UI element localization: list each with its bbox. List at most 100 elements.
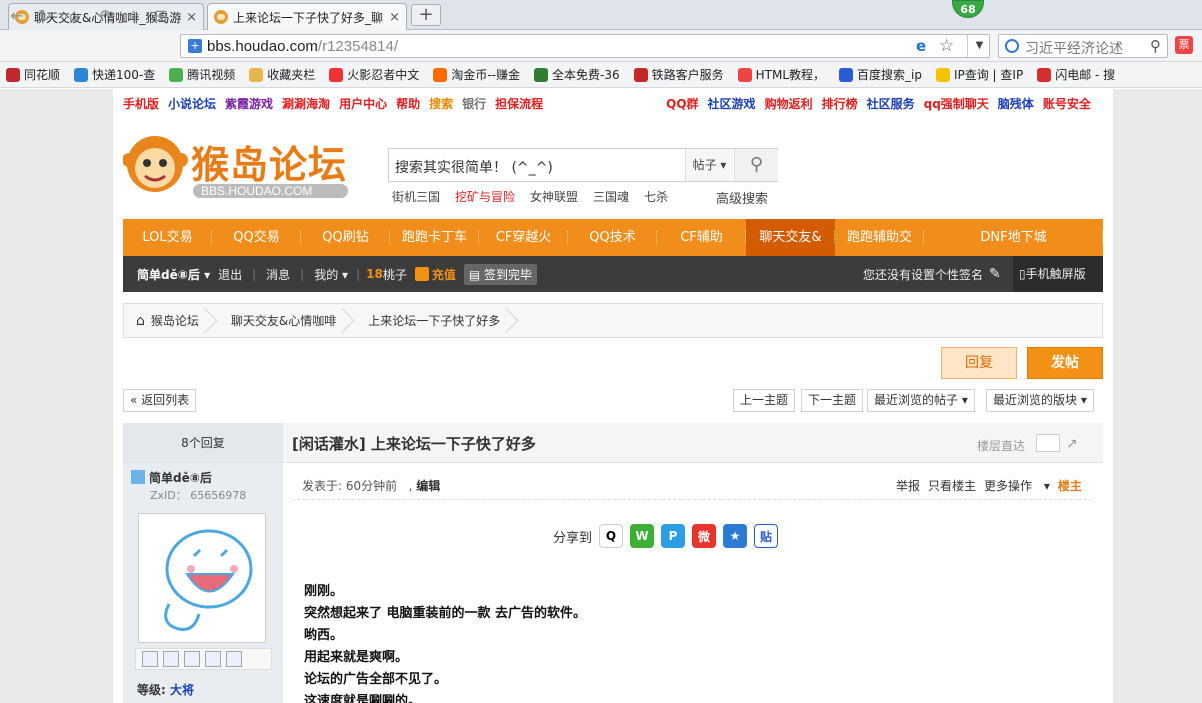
undo-icon[interactable]: ↶ <box>95 7 113 25</box>
board-menu-item[interactable]: QQ刷钻 <box>301 219 390 256</box>
board-menu-item[interactable]: CF穿越火 <box>479 219 568 256</box>
board-menu-item[interactable]: LOL交易 <box>123 219 212 256</box>
my-menu[interactable]: 我的 ▾ <box>314 266 348 283</box>
top-nav-link[interactable]: 账号安全 <box>1043 95 1091 112</box>
board-menu-item[interactable]: 聊天交友& <box>746 219 835 256</box>
prev-topic-button[interactable]: 上一主题 <box>733 389 796 412</box>
search-type-select[interactable]: 帖子 ▾ <box>685 149 733 181</box>
search-placeholder[interactable]: 习近平经济论述 <box>1025 38 1123 58</box>
mobile-link[interactable]: ▯手机触屏版 <box>1013 256 1103 292</box>
top-nav-link[interactable]: 用户中心 <box>339 95 387 112</box>
bookmark-item[interactable]: 同花顺 <box>6 66 60 83</box>
top-nav-link[interactable]: 小说论坛 <box>168 95 216 112</box>
board-menu-item[interactable]: CF辅助 <box>657 219 746 256</box>
username[interactable]: 简单dě⑧后 ▾ <box>137 266 210 283</box>
top-nav-link[interactable]: 银行 <box>462 95 486 112</box>
weibo-share-icon[interactable]: 微 <box>692 524 717 548</box>
top-nav-link[interactable]: 社区游戏 <box>708 95 756 112</box>
logout-link[interactable]: 退出 <box>218 266 242 283</box>
signature-text[interactable]: 您还没有设置个性签名 <box>863 266 983 283</box>
bookmark-item[interactable]: HTML教程， <box>737 66 825 83</box>
board-menu-item[interactable]: 跑跑卡丁车 <box>390 219 479 256</box>
bookmark-item[interactable]: 腾讯视频 <box>169 66 235 83</box>
add-friend-icon[interactable] <box>163 651 179 667</box>
breadcrumb-home[interactable]: ⌂ 猴岛论坛 <box>124 304 211 337</box>
hot-keyword[interactable]: 挖矿与冒险 <box>455 188 515 205</box>
hot-keyword[interactable]: 七杀 <box>644 188 668 205</box>
chevron-down-icon[interactable]: ▼ <box>967 35 991 57</box>
home-icon[interactable]: ⌂ <box>65 7 83 25</box>
address-text[interactable]: bbs.houdao.com/r12354814/ <box>207 38 398 55</box>
recharge-link[interactable]: 充值 <box>432 266 456 283</box>
new-tab-button[interactable]: + <box>411 4 441 26</box>
wechat-share-icon[interactable]: W <box>630 524 655 548</box>
floor-jump-input[interactable] <box>1036 434 1060 452</box>
bookmark-item[interactable]: 百度搜索_ip <box>839 66 922 83</box>
top-nav-link[interactable]: 购物返利 <box>765 95 813 112</box>
address-bar[interactable]: + bbs.houdao.com/r12354814/ e ☆ ▼ <box>180 34 990 58</box>
bookmark-item[interactable]: 火影忍者中文 <box>329 66 419 83</box>
hot-keyword[interactable]: 三国魂 <box>593 188 629 205</box>
apps-grid-icon[interactable]: ⊞ <box>152 7 170 25</box>
recent-posts-dropdown[interactable]: 最近浏览的帖子 ▾ <box>867 389 975 412</box>
search-user-icon[interactable] <box>184 651 200 667</box>
board-menu-item[interactable]: 跑跑辅助交 <box>835 219 924 256</box>
post-button[interactable]: 发帖 <box>1027 347 1103 379</box>
top-nav-link[interactable]: 脑残体 <box>998 95 1034 112</box>
hot-keyword[interactable]: 女神联盟 <box>530 188 578 205</box>
tab-2[interactable]: 上来论坛一下子快了好多_聊 × <box>207 3 407 30</box>
next-topic-button[interactable]: 下一主题 <box>801 389 864 412</box>
close-icon[interactable]: × <box>389 10 400 25</box>
bookmark-item[interactable]: IP查询 | 查IP <box>935 66 1023 83</box>
top-nav-link[interactable]: qq强制聊天 <box>924 95 989 112</box>
back-icon[interactable]: ← <box>8 7 26 25</box>
top-nav-link[interactable]: 涮涮海淘 <box>282 95 330 112</box>
advanced-search-link[interactable]: 高级搜索 <box>716 188 768 207</box>
board-menu-item[interactable]: DNF地下城 <box>924 219 1103 256</box>
report-link[interactable]: 举报 <box>896 477 920 494</box>
tieba-share-icon[interactable]: 贴 <box>754 524 779 548</box>
bookmark-item[interactable]: 收藏夹栏 <box>249 66 315 83</box>
top-nav-link[interactable]: 社区服务 <box>867 95 915 112</box>
bookmark-item[interactable]: 快递100-查 <box>74 66 155 83</box>
extension-icon[interactable]: 票 <box>1175 36 1193 54</box>
top-nav-link[interactable]: 排行榜 <box>822 95 858 112</box>
top-nav-link[interactable]: 搜索 <box>429 95 453 112</box>
recent-boards-dropdown[interactable]: 最近浏览的版块 ▾ <box>986 389 1094 412</box>
qq-share-icon[interactable]: Q <box>599 524 624 548</box>
top-nav-link[interactable]: QQ群 <box>666 95 698 112</box>
bookmark-star-icon[interactable]: ☆ <box>939 36 954 56</box>
breadcrumb-board[interactable]: 聊天交友&心情咖啡 <box>211 304 348 337</box>
messages-link[interactable]: 消息 <box>266 266 290 283</box>
browser-search-box[interactable]: 习近平经济论述 ⚲ <box>998 34 1168 58</box>
board-menu-item[interactable]: QQ技术 <box>568 219 657 256</box>
bookmark-item[interactable]: 铁路客户服务 <box>633 66 724 83</box>
mail-icon[interactable] <box>142 651 158 667</box>
more-actions[interactable]: 更多操作 ▾ <box>984 477 1050 494</box>
top-nav-link[interactable]: 手机版 <box>123 95 159 112</box>
top-nav-link[interactable]: 担保流程 <box>495 95 543 112</box>
qzone-share-icon[interactable]: ★ <box>723 524 748 548</box>
search-icon[interactable]: ⚲ <box>1150 37 1161 55</box>
edit-icon[interactable]: ✎ <box>989 266 1001 282</box>
hot-keyword[interactable]: 街机三国 <box>392 188 440 205</box>
edit-link[interactable]: 编辑 <box>416 479 440 493</box>
board-menu-item[interactable]: QQ交易 <box>212 219 301 256</box>
profile-icon[interactable] <box>205 651 221 667</box>
top-nav-link[interactable]: 紫霞游戏 <box>225 95 273 112</box>
close-icon[interactable]: × <box>186 10 197 25</box>
bookmark-item[interactable]: 淘金币--赚金 <box>433 66 520 83</box>
author-name[interactable]: 简单dě⑧后 <box>131 469 212 486</box>
gift-icon[interactable] <box>226 651 242 667</box>
forum-search-input[interactable]: 搜索其实很简单！ (^_^) <box>395 157 553 177</box>
bookmark-item[interactable]: 闪电邮 - 搜 <box>1037 66 1115 83</box>
favorite-star-icon[interactable]: ☆ <box>124 7 142 25</box>
site-logo[interactable]: 猴岛论坛 BBS.HOUDAO.COM <box>122 130 353 200</box>
only-op-link[interactable]: 只看楼主 <box>928 477 976 494</box>
top-nav-link[interactable]: 帮助 <box>396 95 420 112</box>
search-button[interactable]: ⚲ <box>734 149 778 181</box>
go-icon[interactable]: ↗ <box>1066 436 1078 452</box>
bookmark-item[interactable]: 全本免费-36 <box>533 66 620 83</box>
sign-in-button[interactable]: ▤ 签到完毕 <box>463 263 538 285</box>
p-share-icon[interactable]: P <box>661 524 686 548</box>
